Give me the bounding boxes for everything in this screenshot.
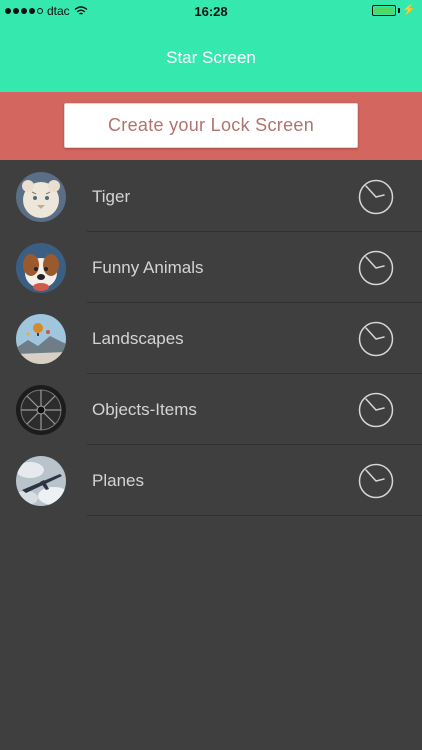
timer-icon[interactable] — [358, 463, 394, 499]
category-label: Tiger — [92, 187, 131, 206]
category-item-tiger[interactable]: Tiger — [0, 161, 422, 232]
dog-thumbnail — [16, 243, 66, 293]
white-tiger-thumbnail — [16, 172, 66, 222]
timer-icon[interactable] — [358, 250, 394, 286]
battery-indicator: ⚡ — [372, 5, 416, 16]
category-label: Funny Animals — [92, 258, 204, 277]
app-header: dtac 16:28 ⚡ Star Screen — [0, 0, 422, 92]
category-item-funny-animals[interactable]: Funny Animals — [0, 232, 422, 303]
status-time: 16:28 — [194, 4, 228, 19]
charging-bolt-icon: ⚡ — [402, 4, 416, 16]
category-item-objects-items[interactable]: Objects-Items — [0, 374, 422, 445]
create-banner: Create your Lock Screen — [0, 92, 422, 160]
battery-icon — [372, 5, 397, 16]
timer-icon[interactable] — [358, 179, 394, 215]
category-item-landscapes[interactable]: Landscapes — [0, 303, 422, 374]
timer-icon[interactable] — [358, 392, 394, 428]
create-lock-screen-button[interactable]: Create your Lock Screen — [64, 103, 358, 148]
balloon-landscape-thumbnail — [16, 314, 66, 364]
category-item-planes[interactable]: Planes — [0, 445, 422, 516]
page-title: Star Screen — [166, 48, 256, 67]
timer-icon[interactable] — [358, 321, 394, 357]
status-bar: dtac 16:28 ⚡ — [0, 0, 422, 22]
fan-thumbnail — [16, 385, 66, 435]
category-label: Planes — [92, 471, 144, 490]
category-label: Objects-Items — [92, 400, 197, 419]
battery-cap — [398, 8, 401, 13]
category-label: Landscapes — [92, 329, 184, 348]
category-list: Tiger Funny Animals Landscapes Objects-I… — [0, 161, 422, 516]
plane-clouds-thumbnail — [16, 456, 66, 506]
